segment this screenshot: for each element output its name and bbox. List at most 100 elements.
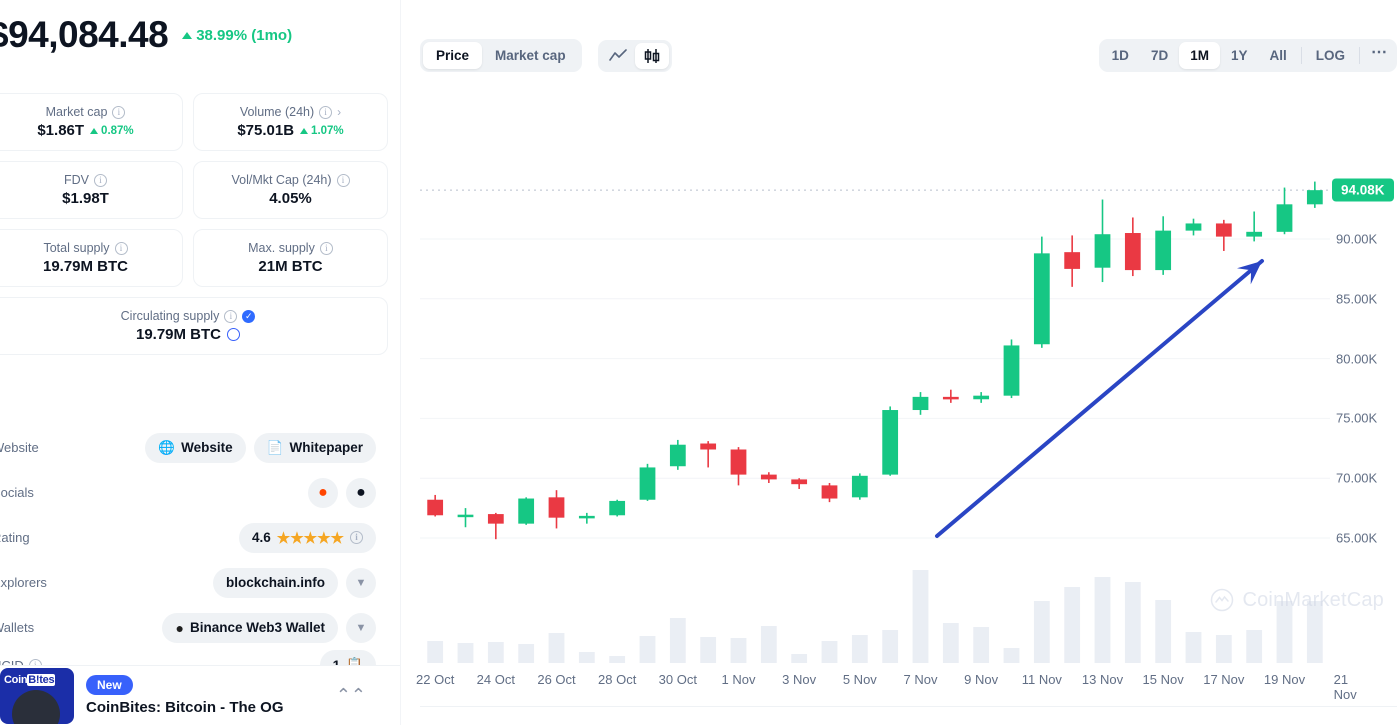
stats-row-2: FDV i $1.98T Vol/Mkt Cap (24h) i 4.05% (0, 161, 388, 219)
banner-thumb-text-a: Coin (4, 673, 28, 686)
app-root: $94,084.48 38.99% (1mo) Market cap i $1.… (0, 0, 1397, 725)
chevron-right-icon[interactable]: › (337, 105, 341, 119)
info-icon[interactable]: i (114, 241, 128, 255)
stat-card-volume-24h[interactable]: Volume (24h) i › $75.01B 1.07% (193, 93, 388, 151)
stat-card-market-cap[interactable]: Market cap i $1.86T 0.87% (0, 93, 183, 151)
wallet-label: Binance Web3 Wallet (189, 620, 325, 635)
stat-card-max-supply[interactable]: Max. supply i 21M BTC (193, 229, 388, 287)
range-1y[interactable]: 1Y (1220, 42, 1259, 69)
date-axis-tick: 5 Nov (842, 672, 877, 687)
whitepaper-button[interactable]: 📄 Whitepaper (253, 432, 376, 463)
reddit-link[interactable]: ● (308, 477, 338, 508)
explorer-label: blockchain.info (225, 575, 325, 590)
chevron-down-icon[interactable]: ▼ (346, 567, 376, 598)
tab-price[interactable]: Price (423, 42, 483, 69)
current-price: $94,084.48 (0, 14, 169, 55)
banner-thumb-title: CoinB!tes (4, 673, 56, 686)
stat-card-vol-mkt-cap[interactable]: Vol/Mkt Cap (24h) i 4.05% (193, 161, 388, 219)
promo-banner[interactable]: CoinB!tes New CoinBites: Bitcoin - The O… (0, 665, 400, 725)
stat-label: Vol/Mkt Cap (24h) i (231, 173, 350, 187)
info-icon[interactable]: i (94, 173, 107, 187)
link-row-explorers: Explorers blockchain.info ▼ (0, 560, 390, 605)
collapse-banner-button[interactable]: ⌃⌃ (336, 685, 386, 706)
stat-label: Volume (24h) i › (240, 105, 341, 119)
date-axis-tick: 7 Nov (903, 672, 938, 687)
current-price-badge: 94.08K (1332, 178, 1394, 202)
link-row-actions: ● Binance Web3 Wallet ▼ (80, 612, 390, 643)
date-axis-tick: 13 Nov (1081, 672, 1124, 687)
candlestick-chart-type-button[interactable] (634, 42, 669, 69)
date-axis-tick: 19 Nov (1263, 672, 1306, 687)
stat-value-text: $1.86T (37, 122, 85, 139)
date-axis-tick: 17 Nov (1203, 672, 1245, 687)
date-axis: 22 Oct 24 Oct 26 Oct 28 Oct 30 Oct 1 Nov 3 Nov… (416, 672, 1357, 702)
candlestick-icon (644, 48, 659, 63)
link-row-label: Rating (0, 530, 30, 545)
website-button-label: Website (181, 440, 233, 455)
link-row-rating: Rating 4.6 ★★★★★ i (0, 515, 390, 560)
stat-label-text: Circulating supply (120, 309, 220, 323)
price-change-badge: 38.99% (1mo) (182, 27, 292, 44)
chart-more-options-button[interactable]: ⋯ (1363, 42, 1395, 69)
stat-card-circulating-supply[interactable]: Circulating supply i ✓ 19.79M BTC (0, 297, 388, 355)
rating-value: 4.6 (251, 530, 271, 545)
whitepaper-button-label: Whitepaper (289, 440, 363, 455)
range-1d[interactable]: 1D (1101, 42, 1140, 69)
info-icon[interactable]: i (112, 105, 126, 119)
tab-market-cap[interactable]: Market cap (482, 42, 579, 69)
coin-links-list: Website 🌐 Website 📄 Whitepaper Socials (0, 425, 390, 680)
link-row-actions: blockchain.info ▼ (80, 567, 390, 598)
stat-label: Max. supply i (248, 241, 333, 255)
link-row-label: Website (0, 440, 39, 455)
link-row-actions: ● ● (80, 477, 390, 508)
range-7d[interactable]: 7D (1140, 42, 1179, 69)
divider (1359, 47, 1360, 64)
stat-label-text: Total supply (43, 241, 110, 255)
date-axis-tick: 26 Oct (537, 672, 576, 687)
info-icon[interactable]: i (319, 105, 333, 119)
chevron-down-icon[interactable]: ▼ (346, 612, 376, 643)
banner-thumb-text-b: B!tes (27, 673, 56, 686)
line-chart-type-button[interactable] (601, 43, 635, 69)
stat-value: $75.01B 1.07% (237, 122, 343, 139)
wallet-button[interactable]: ● Binance Web3 Wallet (162, 612, 338, 643)
link-row-label: Wallets (0, 620, 35, 635)
chart-toolbar-left: Price Market cap (420, 39, 672, 72)
price-axis-tick: 80.00K (1336, 351, 1378, 367)
link-row-website: Website 🌐 Website 📄 Whitepaper (0, 425, 390, 470)
stat-label: Circulating supply i ✓ (121, 309, 256, 323)
date-axis-tick: 15 Nov (1142, 672, 1184, 687)
price-axis-tick: 85.00K (1336, 291, 1378, 307)
link-row-wallets: Wallets ● Binance Web3 Wallet ▼ (0, 605, 390, 650)
website-button[interactable]: 🌐 Website (145, 432, 246, 463)
stats-row-1: Market cap i $1.86T 0.87% Volume (24h) i… (0, 93, 388, 151)
info-icon[interactable]: i (350, 531, 363, 544)
reddit-icon: ● (318, 483, 328, 501)
date-axis-tick: 9 Nov (964, 672, 999, 687)
log-scale-toggle[interactable]: LOG (1305, 42, 1356, 69)
stat-card-total-supply[interactable]: Total supply i 19.79M BTC (0, 229, 183, 287)
range-all[interactable]: All (1258, 42, 1297, 69)
chart-plot-area[interactable] (420, 122, 1330, 667)
date-axis-tick: 30 Oct (658, 672, 697, 687)
stat-value-text: $1.98T (62, 190, 109, 207)
link-row-socials: Socials ● ● (0, 470, 390, 515)
stat-value: 19.79M BTC (136, 326, 241, 343)
rating-pill[interactable]: 4.6 ★★★★★ i (238, 522, 376, 553)
github-link[interactable]: ● (346, 477, 376, 508)
link-row-label: Explorers (0, 575, 47, 590)
banner-thumb-avatar (12, 689, 60, 724)
candlestick-chart-svg[interactable] (420, 122, 1330, 667)
stat-value-text: 21M BTC (258, 258, 323, 275)
stat-label-text: Max. supply (248, 241, 315, 255)
info-icon[interactable]: i (224, 309, 238, 323)
range-1m[interactable]: 1M (1179, 42, 1220, 69)
info-icon[interactable]: i (336, 173, 350, 187)
line-chart-icon (608, 48, 627, 61)
explorer-button[interactable]: blockchain.info (212, 567, 338, 598)
stat-card-fdv[interactable]: FDV i $1.98T (0, 161, 183, 219)
date-axis-tick: 21 Nov (1333, 672, 1357, 702)
date-axis-tick: 11 Nov (1021, 672, 1062, 687)
banner-title: CoinBites: Bitcoin - The OG (86, 699, 284, 716)
info-icon[interactable]: i (319, 241, 333, 255)
